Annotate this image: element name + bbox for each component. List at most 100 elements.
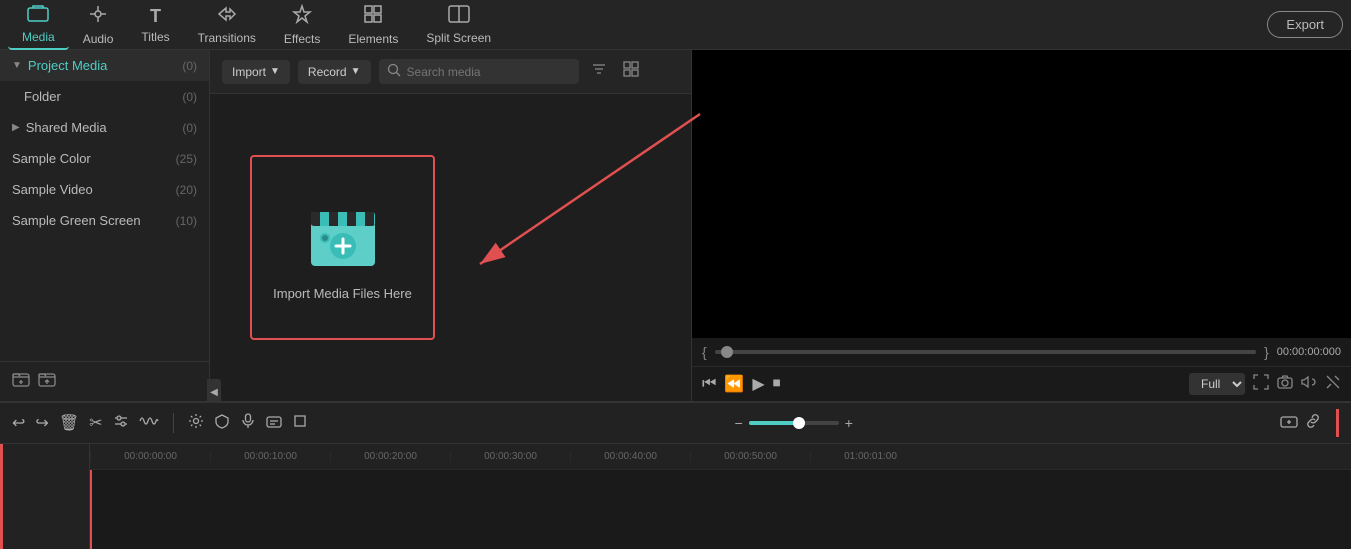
sample-color-label: Sample Color: [12, 151, 91, 166]
ruler-tick-2: 00:00:20:00: [330, 451, 450, 462]
zoom-out-button[interactable]: −: [735, 415, 743, 431]
top-nav: Media Audio T Titles Transitions Effects…: [0, 0, 1351, 50]
zoom-track[interactable]: [749, 421, 839, 425]
record-dropdown-icon: ▼: [351, 66, 361, 77]
play-button[interactable]: ▶: [752, 374, 764, 394]
audio-button[interactable]: [1301, 374, 1317, 395]
mark-in-button[interactable]: {: [702, 344, 707, 360]
nav-elements[interactable]: Elements: [334, 0, 412, 50]
scrubber-handle: [721, 346, 733, 358]
sample-video-label: Sample Video: [12, 182, 93, 197]
media-icon: [27, 4, 49, 27]
shared-media-label: Shared Media: [26, 120, 107, 135]
scrubber-bar[interactable]: [715, 350, 1256, 354]
nav-audio-label: Audio: [83, 32, 114, 46]
crop-button[interactable]: [292, 413, 308, 434]
import-box-label: Import Media Files Here: [273, 286, 412, 301]
sidebar-item-project-media[interactable]: ▼ Project Media (0): [0, 50, 209, 81]
track-area[interactable]: [90, 470, 1351, 549]
sidebar-item-sample-green-screen[interactable]: Sample Green Screen (10): [0, 205, 209, 236]
snapshot-button[interactable]: [1277, 374, 1293, 395]
quality-select[interactable]: Full: [1189, 373, 1245, 395]
effects-icon: [292, 4, 312, 29]
nav-titles-label: Titles: [141, 30, 169, 44]
caption-button[interactable]: [266, 413, 282, 434]
zoom-slider: − +: [735, 415, 853, 431]
folder-count: (0): [182, 90, 197, 104]
frame-back-button[interactable]: ⏪: [724, 374, 744, 394]
red-end-bar: [1336, 409, 1339, 437]
export-button[interactable]: Export: [1267, 11, 1343, 38]
delete-button[interactable]: 🗑: [59, 413, 79, 433]
nav-transitions[interactable]: Transitions: [184, 1, 270, 49]
filter-button[interactable]: [587, 57, 611, 86]
content-toolbar: Import ▼ Record ▼: [210, 50, 691, 94]
search-icon: [387, 63, 401, 80]
search-box: [379, 59, 579, 84]
sample-green-screen-count: (10): [176, 214, 197, 228]
nav-media[interactable]: Media: [8, 0, 69, 50]
timecode: 00:00:00:000: [1277, 346, 1341, 358]
mark-out-button[interactable]: }: [1264, 344, 1269, 360]
fullscreen-button[interactable]: [1253, 374, 1269, 395]
import-dropdown-icon: ▼: [270, 66, 280, 77]
nav-effects[interactable]: Effects: [270, 0, 334, 50]
audio-icon: [88, 4, 108, 29]
splitscreen-icon: [448, 5, 470, 28]
workspace-bottom: ↩ ↪ 🗑 ✂: [0, 401, 1351, 549]
zoom-in-button[interactable]: +: [845, 415, 853, 431]
import-drop-box[interactable]: Import Media Files Here: [250, 155, 435, 340]
ruler-tick-6: 01:00:01:00: [810, 451, 930, 462]
import-button[interactable]: Import ▼: [222, 60, 290, 84]
sidebar-item-folder[interactable]: Folder (0): [0, 81, 209, 112]
audio-wave-button[interactable]: [139, 413, 159, 434]
sample-video-count: (20): [176, 183, 197, 197]
sample-color-count: (25): [176, 152, 197, 166]
sidebar-item-shared-media[interactable]: ▶ Shared Media (0): [0, 112, 209, 143]
settings-button[interactable]: [188, 413, 204, 434]
ruler-tick-3: 00:00:30:00: [450, 451, 570, 462]
timeline-main: 00:00:00:00 00:00:10:00 00:00:20:00 00:0…: [90, 444, 1351, 549]
adjust-button[interactable]: [113, 413, 129, 434]
undo-button[interactable]: ↩: [12, 413, 25, 433]
preview-icons: [1253, 374, 1341, 395]
project-media-label: Project Media: [28, 58, 107, 73]
sample-green-screen-label: Sample Green Screen: [12, 213, 141, 228]
ruler-row: 00:00:00:00 00:00:10:00 00:00:20:00 00:0…: [90, 444, 1351, 470]
shared-media-count: (0): [182, 121, 197, 135]
preview-scrubber: { } 00:00:00:000: [692, 338, 1351, 366]
import-folder-button[interactable]: [38, 370, 56, 393]
mic-button[interactable]: [240, 413, 256, 434]
zoom-fill: [749, 421, 799, 425]
redo-button[interactable]: ↪: [35, 413, 48, 433]
timeline-toolbar: ↩ ↪ 🗑 ✂: [0, 402, 1351, 444]
link-button[interactable]: [1304, 412, 1322, 435]
cut-button[interactable]: ✂: [89, 413, 102, 433]
sidebar-item-sample-video[interactable]: Sample Video (20): [0, 174, 209, 205]
ruler-tick-4: 00:00:40:00: [570, 451, 690, 462]
shield-button[interactable]: [214, 413, 230, 434]
grid-view-button[interactable]: [619, 57, 643, 86]
record-button[interactable]: Record ▼: [298, 60, 371, 84]
nav-elements-label: Elements: [348, 32, 398, 46]
sidebar-item-sample-color[interactable]: Sample Color (25): [0, 143, 209, 174]
nav-titles[interactable]: T Titles: [127, 2, 183, 48]
stop-button[interactable]: ⏹: [773, 375, 781, 393]
resize-button[interactable]: [1325, 374, 1341, 395]
preview-panel: { } 00:00:00:000 ⏮ ⏪ ▶ ⏹ Full: [691, 50, 1351, 401]
record-label: Record: [308, 65, 347, 79]
add-folder-button[interactable]: [12, 370, 30, 393]
add-track-button[interactable]: [1280, 412, 1298, 435]
playhead-left: [0, 444, 3, 549]
playhead: [90, 470, 92, 549]
timeline-body: 00:00:00:00 00:00:10:00 00:00:20:00 00:0…: [0, 444, 1351, 549]
nav-splitscreen-label: Split Screen: [426, 31, 491, 45]
search-input[interactable]: [407, 65, 571, 79]
nav-audio[interactable]: Audio: [69, 0, 128, 50]
chevron-right-icon: ▶: [12, 122, 20, 133]
step-back-button[interactable]: ⏮: [702, 375, 716, 393]
link-button-group: [1280, 412, 1322, 435]
preview-screen: [692, 50, 1351, 338]
elements-icon: [363, 4, 383, 29]
nav-splitscreen[interactable]: Split Screen: [412, 1, 505, 49]
